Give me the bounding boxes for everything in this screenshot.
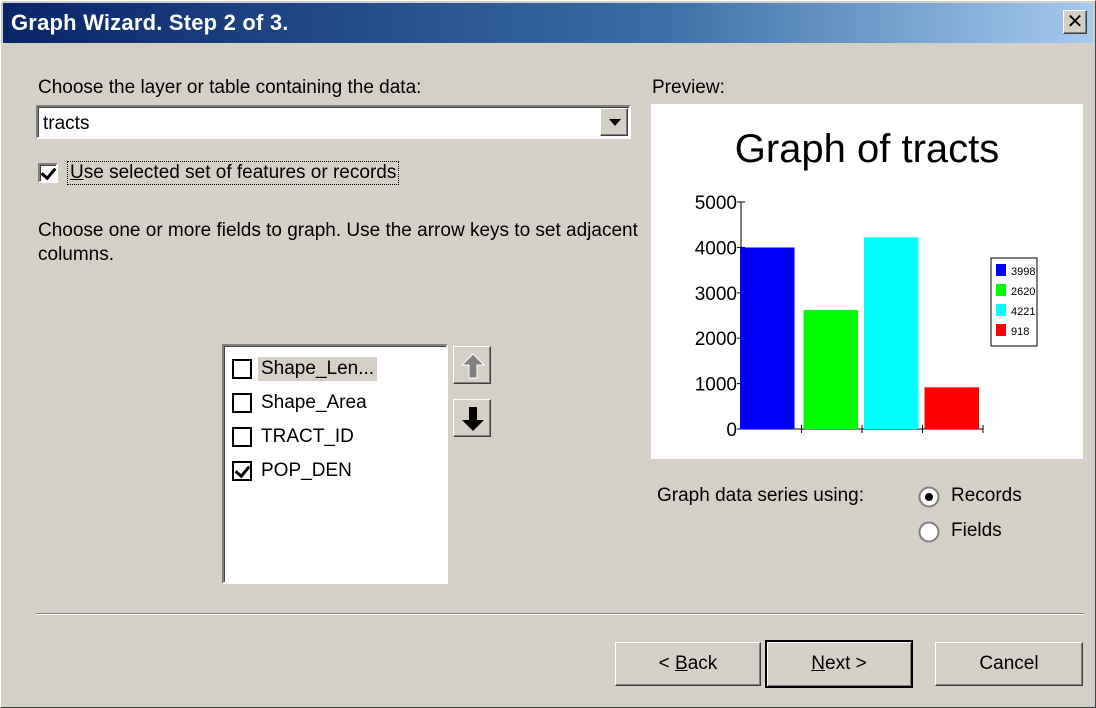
y-tick-label: 2000 (695, 329, 737, 350)
bar (864, 237, 919, 429)
legend-swatch (996, 284, 1006, 296)
legend-label: 918 (1011, 326, 1029, 338)
y-tick-label: 1000 (695, 375, 737, 396)
layer-dropdown[interactable]: tracts (36, 105, 631, 139)
separator (36, 613, 1084, 615)
series-using-label: Graph data series using: (657, 485, 865, 506)
field-label: POP_DEN (261, 460, 352, 481)
bar (924, 387, 979, 429)
use-selected-label-rest: se selected set of features or records (83, 162, 397, 183)
chart-title: Graph of tracts (735, 127, 1000, 171)
graph-wizard-dialog: Graph Wizard. Step 2 of 3. ✕ Choose the … (0, 0, 1096, 708)
field-checkbox[interactable] (232, 461, 252, 481)
field-label: Shape_Area (261, 392, 367, 413)
field-checkbox[interactable] (232, 393, 252, 413)
list-item[interactable]: POP_DEN (232, 456, 355, 486)
y-tick-label: 4000 (695, 238, 737, 259)
legend-swatch (996, 304, 1006, 316)
list-item[interactable]: TRACT_ID (232, 422, 357, 452)
field-checkbox[interactable] (232, 359, 252, 379)
y-tick-label: 5000 (695, 193, 737, 214)
arrow-down-icon (462, 407, 484, 431)
records-radio-label[interactable]: Records (951, 485, 1022, 507)
list-item[interactable]: Shape_Area (232, 388, 370, 418)
field-checkbox[interactable] (232, 427, 252, 447)
arrow-up-icon (461, 353, 485, 379)
back-prefix: < (658, 653, 676, 674)
layer-dropdown-value: tracts (43, 113, 90, 134)
back-mnemonic: B (675, 653, 688, 674)
cancel-button[interactable]: Cancel (935, 642, 1083, 686)
chevron-down-icon[interactable] (600, 108, 628, 136)
back-rest: ack (687, 653, 718, 674)
list-item[interactable]: Shape_Len... (232, 354, 378, 384)
move-down-button[interactable] (453, 399, 491, 437)
bar (803, 310, 858, 429)
fields-label: Choose one or more fields to graph. Use … (38, 220, 638, 265)
legend-label: 4221 (1011, 306, 1035, 318)
legend-swatch (996, 324, 1006, 336)
legend-label: 3998 (1011, 266, 1035, 278)
y-tick-label: 3000 (695, 284, 737, 305)
use-selected-checkbox[interactable] (38, 163, 58, 183)
legend-swatch (996, 264, 1006, 276)
next-rest: ext > (825, 653, 867, 674)
legend-label: 2620 (1011, 286, 1035, 298)
bar (740, 247, 795, 429)
use-selected-label[interactable]: Use selected set of features or records (67, 161, 400, 185)
move-up-button[interactable] (453, 346, 491, 384)
fields-radio-label[interactable]: Fields (951, 520, 1002, 542)
field-label: TRACT_ID (261, 426, 354, 447)
fields-listbox[interactable]: Shape_Len... Shape_Area TRACT_ID POP_DEN (222, 344, 448, 584)
close-icon: ✕ (1066, 11, 1084, 33)
graph-preview: Graph of tracts 0 1000 2000 3000 4000 5000 39… (651, 104, 1083, 459)
back-button[interactable]: < Back (615, 642, 761, 686)
window-title: Graph Wizard. Step 2 of 3. (11, 10, 289, 35)
fields-radio[interactable] (918, 521, 940, 543)
close-button[interactable]: ✕ (1063, 10, 1087, 34)
next-mnemonic: N (811, 653, 825, 674)
y-tick-label: 0 (726, 420, 737, 441)
use-selected-mnemonic: U (70, 162, 84, 183)
title-bar[interactable]: Graph Wizard. Step 2 of 3. ✕ (3, 3, 1093, 43)
records-radio[interactable] (918, 486, 940, 508)
field-label: Shape_Len... (258, 357, 378, 381)
bar-chart: Graph of tracts 0 1000 2000 3000 4000 5000 39… (695, 127, 1038, 441)
next-button[interactable]: Next > (765, 640, 913, 688)
preview-label: Preview: (652, 77, 725, 98)
layer-label: Choose the layer or table containing the… (38, 77, 422, 98)
